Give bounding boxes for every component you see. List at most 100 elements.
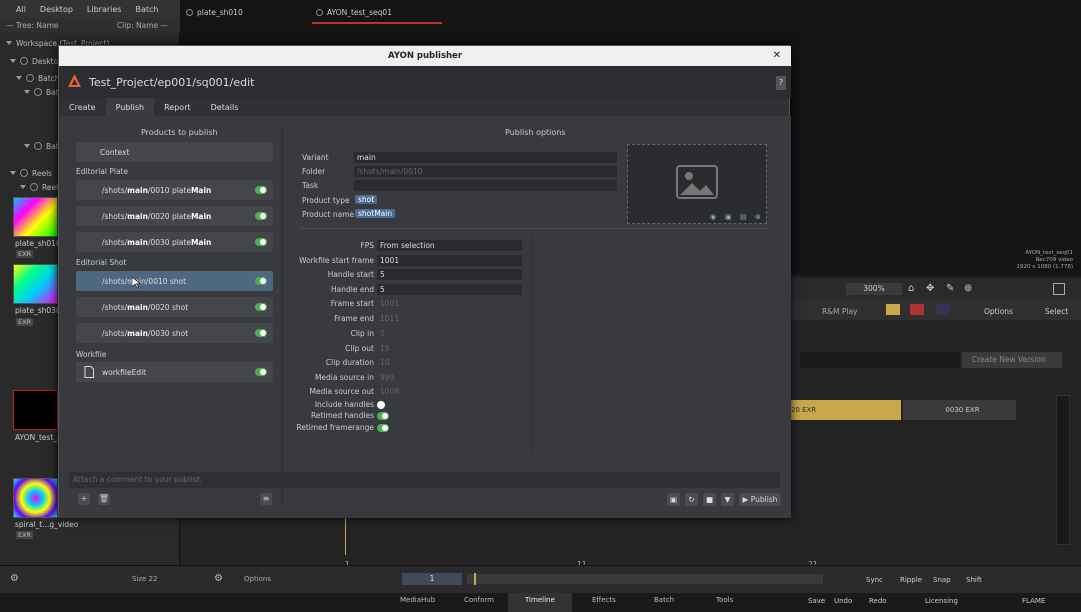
validate-icon[interactable]: ▼ bbox=[721, 493, 734, 506]
frame-field[interactable]: 1 bbox=[402, 573, 462, 585]
product-item[interactable]: workfileEdit bbox=[76, 362, 273, 382]
browse-icon[interactable]: ▤ bbox=[740, 213, 747, 221]
save-button[interactable]: Save bbox=[808, 597, 825, 605]
product-item[interactable]: /shots/main/0020 plate Main bbox=[76, 206, 273, 226]
play-mode[interactable]: R&M Play bbox=[822, 307, 858, 316]
fps-dropdown[interactable]: From selection bbox=[377, 240, 522, 251]
zoom-field[interactable]: 300% bbox=[846, 283, 902, 295]
clip-thumbnail[interactable] bbox=[13, 478, 58, 518]
enable-toggle[interactable] bbox=[255, 329, 267, 337]
undo-button[interactable]: Undo bbox=[834, 597, 852, 605]
clip-name-column[interactable]: Clip: Name — bbox=[117, 21, 168, 30]
version-field[interactable] bbox=[800, 352, 960, 368]
lift-icon[interactable] bbox=[886, 304, 900, 315]
product-item[interactable]: /shots/main/0020 shot bbox=[76, 297, 273, 317]
close-icon[interactable]: ✕ bbox=[773, 50, 781, 61]
product-item[interactable]: /shots/main/0010 shot bbox=[76, 271, 273, 291]
retimed-handles-toggle[interactable] bbox=[377, 412, 389, 420]
folder-input[interactable]: /shots/main/0010 bbox=[354, 166, 617, 177]
target-icon[interactable]: ⊕ bbox=[964, 283, 972, 294]
product-item[interactable]: /shots/main/0030 shot bbox=[76, 323, 273, 343]
sync-toggle[interactable]: Sync bbox=[866, 576, 883, 584]
tab-timeline[interactable]: Timeline bbox=[525, 596, 555, 604]
settings-icon[interactable]: ⚙ bbox=[214, 573, 223, 584]
paste-icon[interactable]: ▣ bbox=[725, 213, 732, 221]
publish-button[interactable]: ▶ Publish bbox=[739, 493, 781, 506]
refresh-icon[interactable]: ↻ bbox=[685, 493, 698, 506]
options-menu[interactable]: Options bbox=[984, 307, 1013, 316]
tab-mediahub[interactable]: MediaHub bbox=[400, 596, 435, 604]
eyedropper-icon[interactable]: ✎ bbox=[946, 283, 954, 294]
options-menu[interactable]: Options bbox=[244, 575, 271, 583]
select-tool[interactable]: Select bbox=[1045, 307, 1068, 316]
delete-icon[interactable]: 🗑 bbox=[98, 493, 110, 505]
tree-row[interactable]: Reels bbox=[10, 167, 52, 179]
comment-input[interactable]: Attach a comment to your publish bbox=[69, 472, 780, 488]
enable-toggle[interactable] bbox=[255, 212, 267, 220]
menu-icon[interactable]: ≡ bbox=[260, 493, 272, 505]
size-field[interactable]: Size 22 bbox=[132, 575, 158, 583]
licensing-button[interactable]: Licensing bbox=[925, 597, 958, 605]
extract-icon[interactable] bbox=[910, 304, 924, 315]
playhead[interactable] bbox=[345, 515, 346, 555]
product-item[interactable]: /shots/main/0010 plate Main bbox=[76, 180, 273, 200]
snap-toggle[interactable]: Snap bbox=[933, 576, 951, 584]
tab-libraries[interactable]: Libraries bbox=[87, 5, 122, 14]
camera-icon[interactable]: ◉ bbox=[710, 213, 716, 221]
tab-publish[interactable]: Publish bbox=[105, 98, 155, 116]
scrub-handle[interactable] bbox=[474, 573, 476, 585]
stop-icon[interactable]: ■ bbox=[703, 493, 716, 506]
shift-toggle[interactable]: Shift bbox=[966, 576, 982, 584]
scrub-bar[interactable] bbox=[467, 574, 823, 584]
tree-row[interactable]: Desktop bbox=[10, 55, 63, 67]
gear-icon[interactable]: ⚙ bbox=[10, 573, 19, 584]
overwrite-icon[interactable] bbox=[936, 304, 950, 315]
tree-row[interactable]: Reel bbox=[20, 181, 58, 193]
tree-row[interactable]: Batch bbox=[16, 72, 60, 84]
handle-end-input[interactable]: 5 bbox=[377, 284, 522, 295]
clear-icon[interactable]: ⊗ bbox=[755, 213, 761, 221]
include-handles-toggle[interactable] bbox=[377, 401, 385, 409]
tab-effects[interactable]: Effects bbox=[592, 596, 616, 604]
ripple-toggle[interactable]: Ripple bbox=[900, 576, 922, 584]
task-dropdown[interactable] bbox=[354, 180, 617, 191]
tab-batch[interactable]: Batch bbox=[135, 5, 158, 14]
variant-label: Variant bbox=[302, 153, 329, 162]
tab-desktop[interactable]: Desktop bbox=[40, 5, 73, 14]
save-icon[interactable]: ▣ bbox=[667, 493, 680, 506]
tab-report[interactable]: Report bbox=[154, 98, 201, 116]
fullscreen-icon[interactable] bbox=[1053, 283, 1065, 295]
workfile-start-input[interactable]: 1001 bbox=[377, 255, 522, 266]
handle-start-input[interactable]: 5 bbox=[377, 269, 522, 280]
tab-create[interactable]: Create bbox=[59, 98, 106, 116]
enable-toggle[interactable] bbox=[255, 238, 267, 246]
product-item[interactable]: /shots/main/0030 plate Main bbox=[76, 232, 273, 252]
tab-tools[interactable]: Tools bbox=[716, 596, 733, 604]
tab-batch[interactable]: Batch bbox=[654, 596, 674, 604]
thumbnail-drop-area[interactable]: ◉ ▣ ▤ ⊗ bbox=[627, 144, 767, 224]
create-version-button[interactable]: Create New Version bbox=[962, 352, 1062, 368]
tree-name-column[interactable]: — Tree: Name bbox=[6, 21, 59, 30]
context-item[interactable]: Context bbox=[76, 142, 273, 162]
viewer-tab-plate[interactable]: plate_sh010 bbox=[186, 8, 243, 17]
timeline-segment[interactable]: 20 EXR bbox=[785, 400, 901, 420]
move-icon[interactable]: ✥ bbox=[926, 283, 934, 294]
tab-conform[interactable]: Conform bbox=[464, 596, 494, 604]
clip-thumbnail[interactable] bbox=[13, 390, 58, 430]
timeline-segment[interactable]: 0030 EXR bbox=[903, 400, 1016, 420]
home-icon[interactable]: ⌂ bbox=[908, 283, 914, 294]
clip-thumbnail[interactable] bbox=[13, 197, 58, 237]
tab-all[interactable]: All bbox=[16, 5, 26, 14]
tab-details[interactable]: Details bbox=[201, 98, 249, 116]
clip-thumbnail[interactable] bbox=[13, 264, 58, 304]
add-button[interactable]: + bbox=[78, 493, 90, 505]
enable-toggle[interactable] bbox=[255, 277, 267, 285]
viewer-tab-sequence[interactable]: AYON_test_seq01 bbox=[316, 8, 392, 17]
redo-button[interactable]: Redo bbox=[869, 597, 887, 605]
retimed-framerange-toggle[interactable] bbox=[377, 424, 389, 432]
variant-input[interactable]: main bbox=[354, 152, 617, 163]
enable-toggle[interactable] bbox=[255, 303, 267, 311]
enable-toggle[interactable] bbox=[255, 186, 267, 194]
help-button[interactable]: ? bbox=[776, 76, 786, 90]
enable-toggle[interactable] bbox=[255, 368, 267, 376]
